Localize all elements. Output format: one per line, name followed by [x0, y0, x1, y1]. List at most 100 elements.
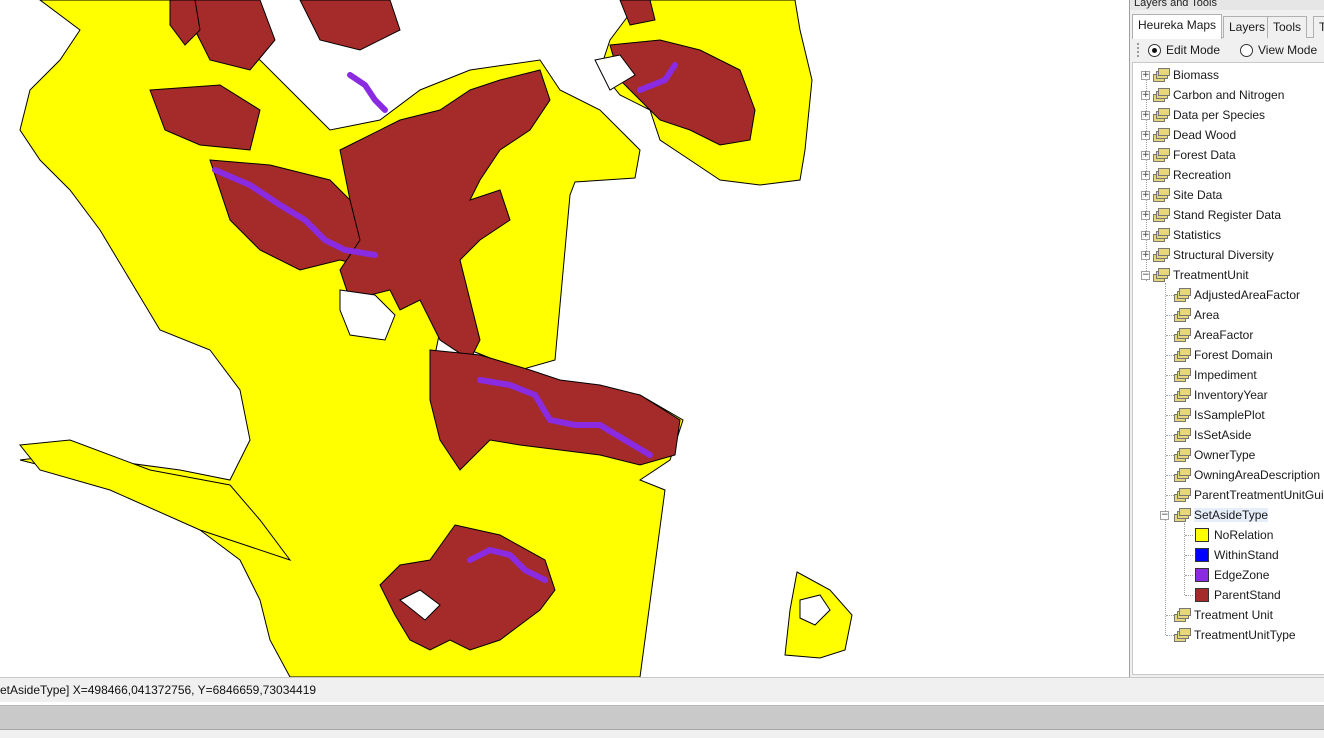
layer-icon: [1174, 448, 1191, 462]
tree-group-label: Structural Diversity: [1173, 248, 1274, 262]
map-view[interactable]: [0, 0, 1129, 677]
view-mode-label: View Mode: [1258, 43, 1318, 57]
layer-group-icon: [1153, 208, 1170, 222]
toolbar-grip[interactable]: [1137, 43, 1139, 57]
tree-group-data-per-species[interactable]: + Data per Species: [1141, 105, 1265, 125]
tree-item-area[interactable]: Area: [1174, 305, 1219, 325]
layer-icon: [1174, 348, 1191, 362]
coordinate-readout: etAsideType] X=498466,041372756, Y=68466…: [0, 683, 317, 697]
tree-connector: [1185, 555, 1193, 556]
tab-tools[interactable]: Tools: [1267, 16, 1308, 38]
collapse-icon[interactable]: −: [1141, 270, 1150, 280]
tree-item-treatment-unit[interactable]: Treatment Unit: [1174, 605, 1273, 625]
tree-item-label: TreatmentUnitType: [1194, 628, 1296, 642]
tree-item-impediment[interactable]: Impediment: [1174, 365, 1257, 385]
layer-icon: [1174, 628, 1191, 642]
tree-item-label: SetAsideType: [1194, 508, 1269, 522]
expand-icon[interactable]: +: [1141, 170, 1150, 180]
expand-icon[interactable]: +: [1141, 70, 1150, 80]
tree-group-site-data[interactable]: + Site Data: [1141, 185, 1222, 205]
legend-label: ParentStand: [1214, 588, 1281, 602]
tree-connector: [1166, 635, 1174, 636]
tree-item-label: IsSamplePlot: [1194, 408, 1265, 422]
tab-heureka-maps[interactable]: Heureka Maps: [1132, 14, 1223, 39]
layer-icon: [1174, 608, 1191, 622]
layer-group-icon: [1153, 128, 1170, 142]
tree-group-label: Recreation: [1173, 168, 1232, 182]
layer-group-icon: [1153, 268, 1170, 282]
legend-swatch: [1195, 568, 1209, 582]
layer-group-icon: [1153, 88, 1170, 102]
expand-icon[interactable]: +: [1141, 150, 1150, 160]
tree-item-parenttreatmentunitguid[interactable]: ParentTreatmentUnitGuid: [1174, 485, 1324, 505]
legend-swatch: [1195, 548, 1209, 562]
tree-item-areafactor[interactable]: AreaFactor: [1174, 325, 1253, 345]
layer-group-icon: [1153, 68, 1170, 82]
layer-icon: [1174, 328, 1191, 342]
expand-icon[interactable]: +: [1141, 90, 1150, 100]
tree-item-label: Impediment: [1194, 368, 1257, 382]
tree-group-stand-register-data[interactable]: + Stand Register Data: [1141, 205, 1281, 225]
expand-icon[interactable]: +: [1141, 130, 1150, 140]
tree-connector: [1166, 415, 1174, 416]
tree-item-adjustedareafactor[interactable]: AdjustedAreaFactor: [1174, 285, 1300, 305]
expand-icon[interactable]: +: [1141, 190, 1150, 200]
layer-icon: [1174, 428, 1191, 442]
tree-group-label: Forest Data: [1173, 148, 1236, 162]
tree-item-label: IsSetAside: [1194, 428, 1252, 442]
bottom-strip: [0, 730, 1324, 738]
tab-more[interactable]: T: [1313, 16, 1324, 38]
tree-connector: [1166, 395, 1174, 396]
tree-item-issetaside[interactable]: IsSetAside: [1174, 425, 1251, 445]
layer-group-icon: [1153, 228, 1170, 242]
tree-group-label: Data per Species: [1173, 108, 1266, 122]
layer-group-icon: [1153, 148, 1170, 162]
tree-item-setasidetype[interactable]: − SetAsideType: [1160, 505, 1269, 525]
tree-item-ownertype[interactable]: OwnerType: [1174, 445, 1255, 465]
tree-item-forest-domain[interactable]: Forest Domain: [1174, 345, 1273, 365]
tree-group-biomass[interactable]: + Biomass: [1141, 65, 1219, 85]
legend-item-edgezone: EdgeZone: [1195, 565, 1269, 585]
tree-group-treatmentunit[interactable]: − TreatmentUnit: [1141, 265, 1249, 285]
tab-layers[interactable]: Layers: [1223, 16, 1272, 38]
tree-group-label: Statistics: [1173, 228, 1222, 242]
expand-icon[interactable]: +: [1141, 210, 1150, 220]
tree-group-label: Stand Register Data: [1173, 208, 1282, 222]
tree-group-statistics[interactable]: + Statistics: [1141, 225, 1221, 245]
tree-item-issampleplot[interactable]: IsSamplePlot: [1174, 405, 1265, 425]
panel-tabs: Heureka Maps Layers Tools T: [1132, 14, 1324, 39]
tree-connector: [1166, 475, 1174, 476]
layer-icon: [1174, 388, 1191, 402]
expand-icon[interactable]: +: [1141, 250, 1150, 260]
tree-group-structural-diversity[interactable]: + Structural Diversity: [1141, 245, 1274, 265]
layer-tree[interactable]: + Biomass + Carbon and Nitrogen + Data p…: [1132, 62, 1324, 675]
tree-group-recreation[interactable]: + Recreation: [1141, 165, 1231, 185]
tree-connector: [1166, 355, 1174, 356]
tree-group-carbon-and-nitrogen[interactable]: + Carbon and Nitrogen: [1141, 85, 1284, 105]
tree-group-dead-wood[interactable]: + Dead Wood: [1141, 125, 1236, 145]
legend-item-withinstand: WithinStand: [1195, 545, 1279, 565]
tree-group-forest-data[interactable]: + Forest Data: [1141, 145, 1236, 165]
tree-item-owningareadescription[interactable]: OwningAreaDescription: [1174, 465, 1320, 485]
layer-icon: [1174, 508, 1191, 522]
tree-item-label: OwnerType: [1194, 448, 1256, 462]
expand-icon[interactable]: +: [1141, 230, 1150, 240]
view-mode-radio[interactable]: View Mode: [1240, 43, 1317, 57]
tree-connector: [1185, 595, 1193, 596]
tree-item-label: AreaFactor: [1194, 328, 1254, 342]
edit-mode-radio[interactable]: Edit Mode: [1148, 43, 1220, 57]
tree-item-label: Treatment Unit: [1194, 608, 1273, 622]
layer-icon: [1174, 308, 1191, 322]
tree-connector: [1166, 435, 1174, 436]
tree-item-treatmentunittype[interactable]: TreatmentUnitType: [1174, 625, 1296, 645]
tree-item-inventoryyear[interactable]: InventoryYear: [1174, 385, 1268, 405]
layer-group-icon: [1153, 108, 1170, 122]
expand-icon[interactable]: +: [1141, 110, 1150, 120]
legend-swatch: [1195, 588, 1209, 602]
legend-swatch: [1195, 528, 1209, 542]
panel-title: Layers and Tools: [1130, 0, 1324, 10]
layer-icon: [1174, 288, 1191, 302]
mode-toolbar: Edit Mode View Mode: [1132, 38, 1324, 62]
map-canvas[interactable]: [0, 0, 1129, 677]
collapse-icon[interactable]: −: [1160, 510, 1169, 520]
